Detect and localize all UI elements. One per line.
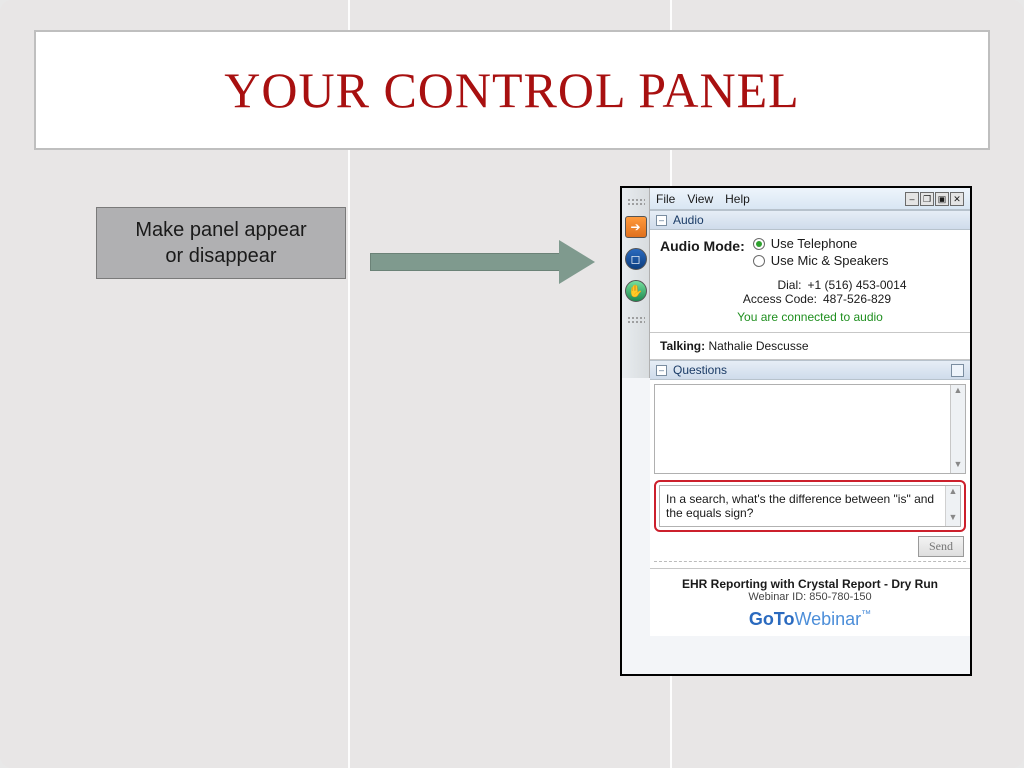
radio-dot-icon xyxy=(753,255,765,267)
scroll-down-icon[interactable]: ▼ xyxy=(946,512,960,526)
arrow-shaft xyxy=(370,253,560,271)
gotowebinar-panel: ➔ ◻ ✋ File View Help – ❐ ▣ xyxy=(620,186,972,676)
question-input-highlight: In a search, what's the difference betwe… xyxy=(654,480,966,532)
scroll-up-icon[interactable]: ▲ xyxy=(946,486,960,500)
send-button[interactable]: Send xyxy=(918,536,964,557)
scroll-down-icon[interactable]: ▼ xyxy=(951,459,965,473)
questions-section-header[interactable]: – Questions xyxy=(650,360,970,380)
callout-box: Make panel appear or disappear xyxy=(96,207,346,279)
panel-side-tabs: ➔ ◻ ✋ xyxy=(622,188,650,378)
minimize-button[interactable]: – xyxy=(905,192,919,206)
panel-footer: EHR Reporting with Crystal Report - Dry … xyxy=(650,568,970,636)
access-code-label: Access Code: xyxy=(729,292,817,306)
radio-dot-icon xyxy=(753,238,765,250)
slide-title: YOUR CONTROL PANEL xyxy=(224,61,799,119)
radio-label: Use Telephone xyxy=(771,236,858,251)
webinar-id-value: 850-780-150 xyxy=(809,591,871,603)
drag-grip-icon[interactable] xyxy=(627,198,645,206)
webinar-id: Webinar ID: 850-780-150 xyxy=(656,591,964,603)
close-button[interactable]: ✕ xyxy=(950,192,964,206)
window-buttons: – ❐ ▣ ✕ xyxy=(905,192,964,206)
menu-file[interactable]: File xyxy=(656,192,675,206)
arrow-icon xyxy=(370,240,595,284)
arrow-right-icon: ➔ xyxy=(630,220,640,234)
talking-name: Nathalie Descusse xyxy=(708,339,808,353)
audio-section-header[interactable]: – Audio xyxy=(650,210,970,230)
slide: YOUR CONTROL PANEL Make panel appear or … xyxy=(0,0,1024,768)
audio-section-title: Audio xyxy=(673,213,704,227)
audio-mode-options: Use Telephone Use Mic & Speakers xyxy=(753,236,889,268)
webinar-id-label: Webinar ID: xyxy=(748,591,806,603)
menus: File View Help xyxy=(656,192,750,206)
trademark-icon: ™ xyxy=(861,609,871,620)
question-input[interactable]: In a search, what's the difference betwe… xyxy=(659,485,961,527)
audio-mode-label: Audio Mode: xyxy=(660,236,745,254)
talking-row: Talking: Nathalie Descusse xyxy=(650,333,970,360)
audio-connected-msg: You are connected to audio xyxy=(660,310,960,324)
popout-icon[interactable] xyxy=(951,364,964,377)
dial-number: +1 (516) 453-0014 xyxy=(807,278,906,292)
hand-raise-button[interactable]: ✋ xyxy=(625,280,647,302)
collapse-icon[interactable]: – xyxy=(656,215,667,226)
toggle-panel-button[interactable]: ➔ xyxy=(625,216,647,238)
scrollbar[interactable]: ▲ ▼ xyxy=(950,385,965,473)
drag-grip-icon[interactable] xyxy=(627,316,645,324)
restore-button[interactable]: ❐ xyxy=(920,192,934,206)
menu-view[interactable]: View xyxy=(687,192,713,206)
radio-label: Use Mic & Speakers xyxy=(771,253,889,268)
brand-logo: GoToWebinar™ xyxy=(656,609,964,630)
hand-icon: ✋ xyxy=(628,284,643,298)
session-title: EHR Reporting with Crystal Report - Dry … xyxy=(656,577,964,591)
collapse-icon[interactable]: – xyxy=(656,365,667,376)
menu-help[interactable]: Help xyxy=(725,192,750,206)
questions-log[interactable]: ▲ ▼ xyxy=(654,384,966,474)
screen-button[interactable]: ◻ xyxy=(625,248,647,270)
scroll-up-icon[interactable]: ▲ xyxy=(951,385,965,399)
menu-bar: File View Help – ❐ ▣ ✕ xyxy=(650,188,970,210)
question-input-text: In a search, what's the difference betwe… xyxy=(666,492,934,520)
audio-section-body: Audio Mode: Use Telephone Use Mic & Spea… xyxy=(650,230,970,333)
scrollbar[interactable]: ▲ ▼ xyxy=(945,486,960,526)
screen-icon: ◻ xyxy=(631,252,641,266)
talking-label: Talking: xyxy=(660,339,705,353)
access-code: 487-526-829 xyxy=(823,292,891,306)
panel-main: File View Help – ❐ ▣ ✕ – Audio Audio Mod… xyxy=(650,188,970,674)
title-box: YOUR CONTROL PANEL xyxy=(34,30,990,150)
radio-use-mic-speakers[interactable]: Use Mic & Speakers xyxy=(753,253,889,268)
callout-text: Make panel appear or disappear xyxy=(135,217,306,269)
dial-label: Dial: xyxy=(713,278,801,292)
separator xyxy=(654,561,966,562)
send-row: Send xyxy=(654,536,966,557)
arrow-head-icon xyxy=(559,240,595,284)
dock-button[interactable]: ▣ xyxy=(935,192,949,206)
radio-use-telephone[interactable]: Use Telephone xyxy=(753,236,889,251)
brand-goto: GoTo xyxy=(749,609,795,629)
brand-webinar: Webinar xyxy=(794,609,861,629)
questions-section-body: ▲ ▼ In a search, what's the difference b… xyxy=(650,380,970,568)
questions-section-title: Questions xyxy=(673,363,727,377)
dial-info: Dial: +1 (516) 453-0014 Access Code: 487… xyxy=(660,278,960,306)
